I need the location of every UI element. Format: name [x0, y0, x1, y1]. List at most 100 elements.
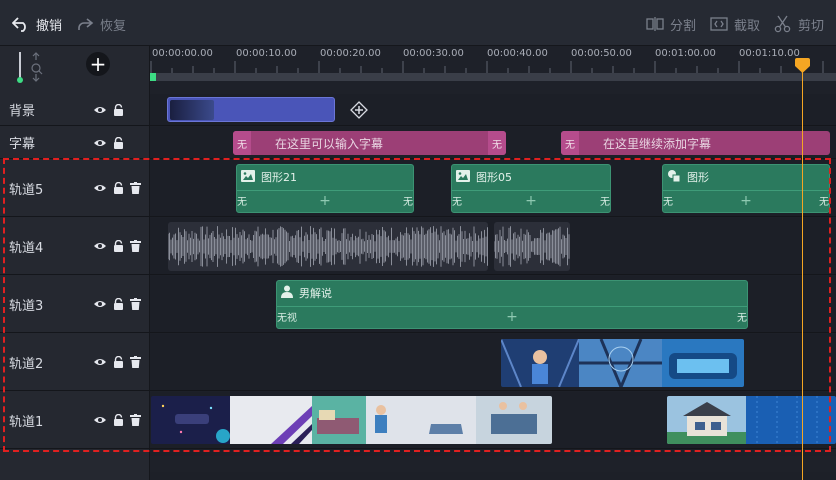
audio-clip[interactable]	[494, 222, 570, 271]
clip-edge-mark[interactable]: 无	[237, 193, 247, 208]
track-body[interactable]: 无 在这里可以输入字幕 无 无 在这里继续添加字幕	[150, 127, 836, 158]
undo-button[interactable]: 撤销	[12, 14, 62, 34]
timeline-scrollbar[interactable]	[150, 456, 836, 472]
trash-icon[interactable]	[130, 298, 141, 310]
background-clip[interactable]	[167, 97, 335, 122]
clip-thumbnail	[170, 100, 214, 120]
eye-icon[interactable]	[93, 138, 107, 148]
subtitle-clip[interactable]: 无 在这里继续添加字幕	[561, 131, 830, 155]
graphic-clip[interactable]: 图形05 无 + 无	[451, 164, 611, 213]
redo-button[interactable]: 恢复	[76, 14, 126, 34]
clip-title: 图形05	[476, 171, 512, 184]
clip-edge-mark[interactable]: 无	[233, 131, 251, 155]
ruler-tick-label: 00:00:50.00	[571, 48, 632, 59]
crop-button[interactable]: 截取	[710, 14, 760, 34]
clip-edge-mark[interactable]: 无	[488, 131, 506, 155]
clip-edge-mark[interactable]: 无视	[277, 309, 297, 324]
track-body[interactable]: 图形21 无 + 无 图形05 无 + 无 图形 无 + 无	[150, 160, 836, 216]
plus-icon[interactable]: +	[506, 309, 518, 325]
video-frames	[667, 396, 836, 444]
video-clip[interactable]	[151, 396, 552, 444]
lock-icon[interactable]	[113, 136, 124, 149]
undo-icon	[12, 16, 30, 32]
clip-title: 图形21	[261, 171, 297, 184]
track-subtitle: 字幕 无 在这里可以输入字幕 无 无 在这里继续添加字幕	[0, 127, 836, 159]
add-track-button[interactable]: +	[86, 52, 110, 76]
shapes-icon	[667, 169, 681, 186]
track-body[interactable]	[150, 334, 836, 390]
eye-icon[interactable]	[93, 299, 107, 309]
ruler-tick-label: 00:00:30.00	[403, 48, 464, 59]
video-clip[interactable]	[667, 396, 836, 444]
waveform-bars	[494, 226, 570, 267]
track-background: 背景	[0, 94, 836, 126]
video-frames	[151, 396, 552, 444]
clip-edge-mark[interactable]: 无	[819, 193, 829, 208]
track-3: 轨道3 男解说 无视 + 无	[0, 276, 836, 333]
track-body[interactable]	[150, 94, 836, 125]
lock-icon[interactable]	[113, 356, 124, 368]
add-clip-icon[interactable]	[350, 101, 368, 122]
subtitle-text: 在这里可以输入字幕	[275, 136, 384, 151]
clip-title: 男解说	[299, 287, 332, 300]
trash-icon[interactable]	[130, 414, 141, 426]
clip-edge-mark[interactable]: 无	[403, 193, 413, 208]
track-4: 轨道4	[0, 218, 836, 275]
voice-clip[interactable]: 男解说 无视 + 无	[276, 280, 748, 329]
subtitle-text: 在这里继续添加字幕	[603, 136, 712, 151]
plus-icon[interactable]: +	[319, 193, 331, 209]
clip-edge-mark[interactable]: 无	[561, 131, 579, 155]
track-label: 字幕	[9, 137, 36, 152]
trash-icon[interactable]	[130, 182, 141, 194]
video-clip[interactable]	[501, 339, 744, 387]
trash-icon[interactable]	[130, 356, 141, 368]
crop-label: 截取	[734, 18, 761, 34]
eye-icon[interactable]	[93, 241, 107, 251]
track-body[interactable]	[150, 218, 836, 274]
track-5: 轨道5 图形21 无 + 无 图形05 无 + 无 图形 无 + 无	[0, 160, 836, 217]
graphic-clip[interactable]: 图形21 无 + 无	[236, 164, 414, 213]
ruler-start-marker[interactable]	[150, 73, 156, 81]
video-editor: 撤销 恢复 分割 截取 剪切 + 00:00:00.00 00:00:10.00…	[0, 0, 836, 480]
lock-icon[interactable]	[113, 103, 124, 116]
ruler-tick-label: 00:00:20.00	[320, 48, 381, 59]
waveform-bars	[168, 226, 488, 267]
eye-icon[interactable]	[93, 357, 107, 367]
zoom-slider[interactable]	[12, 50, 43, 84]
video-frames	[501, 339, 744, 387]
lock-icon[interactable]	[113, 182, 124, 194]
playhead-line[interactable]	[802, 62, 803, 480]
eye-icon[interactable]	[93, 183, 107, 193]
clip-edge-mark[interactable]: 无	[452, 193, 462, 208]
zoom-icon	[31, 52, 43, 82]
track-body[interactable]	[150, 392, 836, 448]
track-2: 轨道2	[0, 334, 836, 391]
image-icon	[241, 169, 255, 185]
clip-edge-mark[interactable]: 无	[663, 193, 673, 208]
crop-icon	[710, 16, 728, 32]
lock-icon[interactable]	[113, 414, 124, 426]
audio-clip[interactable]	[168, 222, 488, 271]
clip-edge-mark[interactable]: 无	[737, 309, 747, 324]
subtitle-clip[interactable]: 无 在这里可以输入字幕 无	[233, 131, 506, 155]
scissors-icon	[774, 15, 792, 33]
eye-icon[interactable]	[93, 415, 107, 425]
plus-icon[interactable]: +	[525, 193, 537, 209]
plus-icon[interactable]: +	[740, 193, 752, 209]
audio-waveform	[494, 226, 570, 267]
split-button[interactable]: 分割	[646, 14, 696, 34]
clip-edge-mark[interactable]: 无	[600, 193, 610, 208]
graphic-clip[interactable]: 图形 无 + 无	[662, 164, 830, 213]
playhead-handle[interactable]	[794, 57, 811, 74]
ruler-ticks	[150, 61, 824, 73]
cut-button[interactable]: 剪切	[774, 14, 824, 34]
trash-icon[interactable]	[130, 240, 141, 252]
ruler-scrub-bar[interactable]	[150, 73, 836, 81]
eye-icon[interactable]	[93, 105, 107, 115]
undo-label: 撤销	[36, 18, 63, 34]
lock-icon[interactable]	[113, 240, 124, 252]
image-icon	[456, 169, 470, 185]
split-icon	[646, 16, 664, 32]
lock-icon[interactable]	[113, 298, 124, 310]
track-body[interactable]: 男解说 无视 + 无	[150, 276, 836, 332]
